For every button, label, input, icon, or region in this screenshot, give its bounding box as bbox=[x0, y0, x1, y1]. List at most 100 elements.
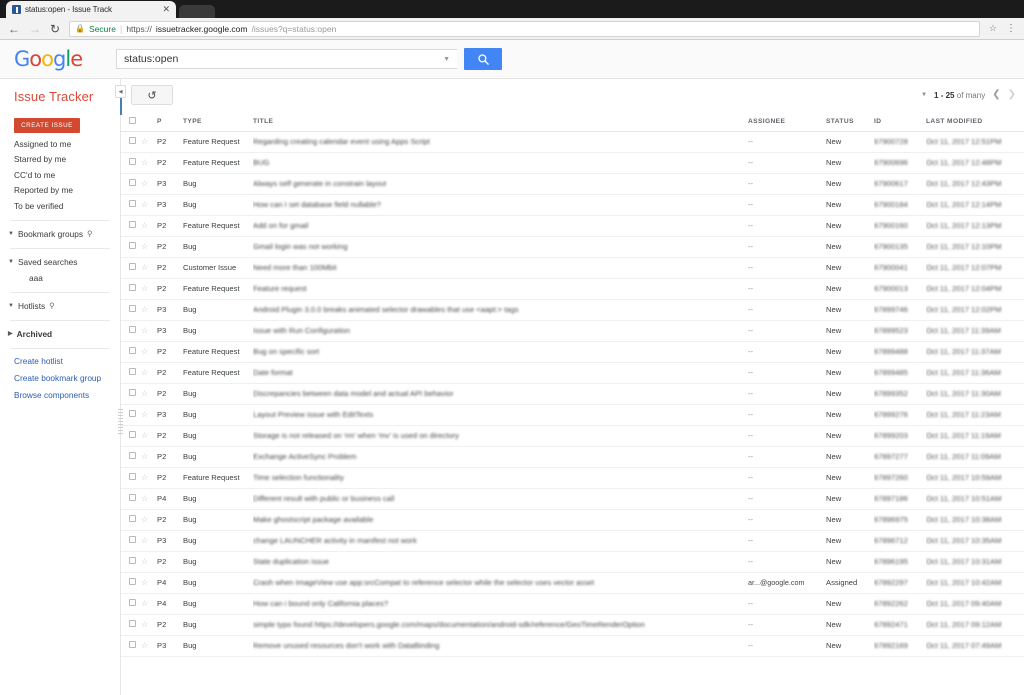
row-checkbox-cell[interactable] bbox=[121, 173, 141, 195]
table-row[interactable]: ☆ P4 Bug How can i bound only California pl… bbox=[121, 593, 1024, 615]
star-icon[interactable]: ☆ bbox=[141, 452, 148, 461]
row-title-cell[interactable]: Add on for gmail bbox=[253, 215, 748, 237]
row-star-cell[interactable]: ☆ bbox=[141, 152, 157, 174]
row-star-cell[interactable]: ☆ bbox=[141, 404, 157, 426]
table-row[interactable]: ☆ P2 Bug State duplication issue -- New 678961… bbox=[121, 551, 1024, 573]
table-row[interactable]: ☆ P2 Feature Request Add on for gmail -- New 6… bbox=[121, 215, 1024, 237]
row-checkbox-cell[interactable] bbox=[121, 194, 141, 216]
row-title-cell[interactable]: Date format bbox=[253, 362, 748, 384]
checkbox-icon[interactable] bbox=[129, 389, 136, 396]
star-icon[interactable]: ☆ bbox=[141, 347, 148, 356]
checkbox-icon[interactable] bbox=[129, 494, 136, 501]
row-title-cell[interactable]: Android Plugin 3.0.0 breaks animated sel… bbox=[253, 299, 748, 321]
triangle-down-icon[interactable]: ▼ bbox=[8, 231, 14, 237]
reload-icon[interactable]: ↻ bbox=[50, 23, 60, 35]
row-id-cell[interactable]: 67900135 bbox=[874, 236, 926, 258]
sidebar-item-assigned-to-me[interactable]: Assigned to me bbox=[0, 133, 120, 149]
checkbox-icon[interactable] bbox=[129, 410, 136, 417]
sidebar-group-saved-searches[interactable]: ▼ Saved searches bbox=[0, 249, 120, 267]
search-button[interactable] bbox=[464, 48, 502, 70]
search-icon[interactable]: ⚲ bbox=[87, 229, 93, 238]
row-star-cell[interactable]: ☆ bbox=[141, 593, 157, 615]
table-row[interactable]: ☆ P2 Customer Issue Need more than 100Mbit -… bbox=[121, 257, 1024, 279]
star-icon[interactable]: ☆ bbox=[141, 368, 148, 377]
row-checkbox-cell[interactable] bbox=[121, 404, 141, 426]
star-icon[interactable]: ☆ bbox=[141, 158, 148, 167]
row-title-cell[interactable]: Time selection functionality bbox=[253, 467, 748, 489]
checkbox-icon[interactable] bbox=[129, 578, 136, 585]
checkbox-icon[interactable] bbox=[129, 221, 136, 228]
row-checkbox-cell[interactable] bbox=[121, 257, 141, 279]
row-checkbox-cell[interactable] bbox=[121, 131, 141, 153]
row-star-cell[interactable]: ☆ bbox=[141, 488, 157, 510]
row-checkbox-cell[interactable] bbox=[121, 236, 141, 258]
star-icon[interactable]: ☆ bbox=[141, 620, 148, 629]
column-header-last-modified[interactable]: LAST MODIFIED bbox=[926, 112, 1024, 132]
table-row[interactable]: ☆ P2 Feature Request Time selection functio… bbox=[121, 467, 1024, 489]
star-icon[interactable]: ☆ bbox=[141, 242, 148, 251]
row-id-cell[interactable]: 67899276 bbox=[874, 404, 926, 426]
refresh-button[interactable]: ↺ bbox=[131, 85, 173, 105]
row-title-cell[interactable]: Regarding creating calendar event using … bbox=[253, 131, 748, 153]
row-star-cell[interactable]: ☆ bbox=[141, 215, 157, 237]
resize-grip-icon[interactable] bbox=[118, 409, 123, 435]
row-id-cell[interactable]: 67896712 bbox=[874, 530, 926, 552]
table-row[interactable]: ☆ P2 Bug Gmail login was not working -- New 67… bbox=[121, 236, 1024, 258]
checkbox-icon[interactable] bbox=[129, 473, 136, 480]
row-title-cell[interactable]: How can I set database field nullable? bbox=[253, 194, 748, 216]
star-icon[interactable]: ☆ bbox=[141, 599, 148, 608]
row-checkbox-cell[interactable] bbox=[121, 425, 141, 447]
star-icon[interactable]: ☆ bbox=[141, 557, 148, 566]
star-icon[interactable]: ☆ bbox=[141, 284, 148, 293]
checkbox-icon[interactable] bbox=[129, 641, 136, 648]
row-id-cell[interactable]: 67900041 bbox=[874, 257, 926, 279]
table-row[interactable]: ☆ P3 Bug Issue with Run Configuration -- New 6… bbox=[121, 320, 1024, 342]
row-checkbox-cell[interactable] bbox=[121, 383, 141, 405]
table-row[interactable]: ☆ P3 Bug change LAUNCHER activity in manife… bbox=[121, 530, 1024, 552]
sidebar-action-browse-components[interactable]: Browse components bbox=[0, 383, 120, 400]
row-checkbox-cell[interactable] bbox=[121, 551, 141, 573]
row-star-cell[interactable]: ☆ bbox=[141, 299, 157, 321]
table-row[interactable]: ☆ P4 Bug Different result with public or bu… bbox=[121, 488, 1024, 510]
row-title-cell[interactable]: Different result with public or business… bbox=[253, 488, 748, 510]
table-row[interactable]: ☆ P3 Bug Android Plugin 3.0.0 breaks animat… bbox=[121, 299, 1024, 321]
row-title-cell[interactable]: Issue with Run Configuration bbox=[253, 320, 748, 342]
row-id-cell[interactable]: 67900013 bbox=[874, 278, 926, 300]
row-star-cell[interactable]: ☆ bbox=[141, 551, 157, 573]
row-id-cell[interactable]: 67892471 bbox=[874, 614, 926, 636]
row-star-cell[interactable]: ☆ bbox=[141, 257, 157, 279]
sidebar-item-ccd-to-me[interactable]: CC'd to me bbox=[0, 164, 120, 180]
triangle-down-icon[interactable]: ▼ bbox=[8, 303, 14, 309]
checkbox-icon[interactable] bbox=[129, 368, 136, 375]
row-id-cell[interactable]: 67897186 bbox=[874, 488, 926, 510]
table-row[interactable]: ☆ P2 Bug Discrepancies between data model a… bbox=[121, 383, 1024, 405]
checkbox-icon[interactable] bbox=[129, 116, 136, 124]
row-checkbox-cell[interactable] bbox=[121, 362, 141, 384]
row-checkbox-cell[interactable] bbox=[121, 635, 141, 657]
checkbox-icon[interactable] bbox=[129, 326, 136, 333]
star-icon[interactable]: ☆ bbox=[141, 641, 148, 650]
checkbox-icon[interactable] bbox=[129, 242, 136, 249]
star-icon[interactable]: ☆ bbox=[989, 23, 997, 34]
row-star-cell[interactable]: ☆ bbox=[141, 530, 157, 552]
column-header-id[interactable]: ID bbox=[874, 112, 926, 132]
row-star-cell[interactable]: ☆ bbox=[141, 341, 157, 363]
row-star-cell[interactable]: ☆ bbox=[141, 509, 157, 531]
chevron-right-icon[interactable]: ❯ bbox=[1008, 90, 1016, 100]
star-icon[interactable]: ☆ bbox=[141, 410, 148, 419]
star-icon[interactable]: ☆ bbox=[141, 263, 148, 272]
row-title-cell[interactable]: State duplication issue bbox=[253, 551, 748, 573]
star-icon[interactable]: ☆ bbox=[141, 536, 148, 545]
column-header-select-all[interactable] bbox=[121, 112, 141, 132]
new-tab-button[interactable] bbox=[179, 5, 215, 18]
row-checkbox-cell[interactable] bbox=[121, 593, 141, 615]
table-row[interactable]: ☆ P3 Bug How can I set database field nulla… bbox=[121, 194, 1024, 216]
star-icon[interactable]: ☆ bbox=[141, 326, 148, 335]
star-icon[interactable]: ☆ bbox=[141, 578, 148, 587]
table-row[interactable]: ☆ P2 Feature Request Bug on specific sort --… bbox=[121, 341, 1024, 363]
row-id-cell[interactable]: 67899746 bbox=[874, 299, 926, 321]
table-row[interactable]: ☆ P2 Bug simple typo found https://develope… bbox=[121, 614, 1024, 636]
sidebar-group-archived[interactable]: ▶ Archived bbox=[0, 321, 120, 339]
row-title-cell[interactable]: Storage is not released on 'rm' when 'mv… bbox=[253, 425, 748, 447]
back-arrow-icon[interactable]: ← bbox=[8, 23, 20, 35]
